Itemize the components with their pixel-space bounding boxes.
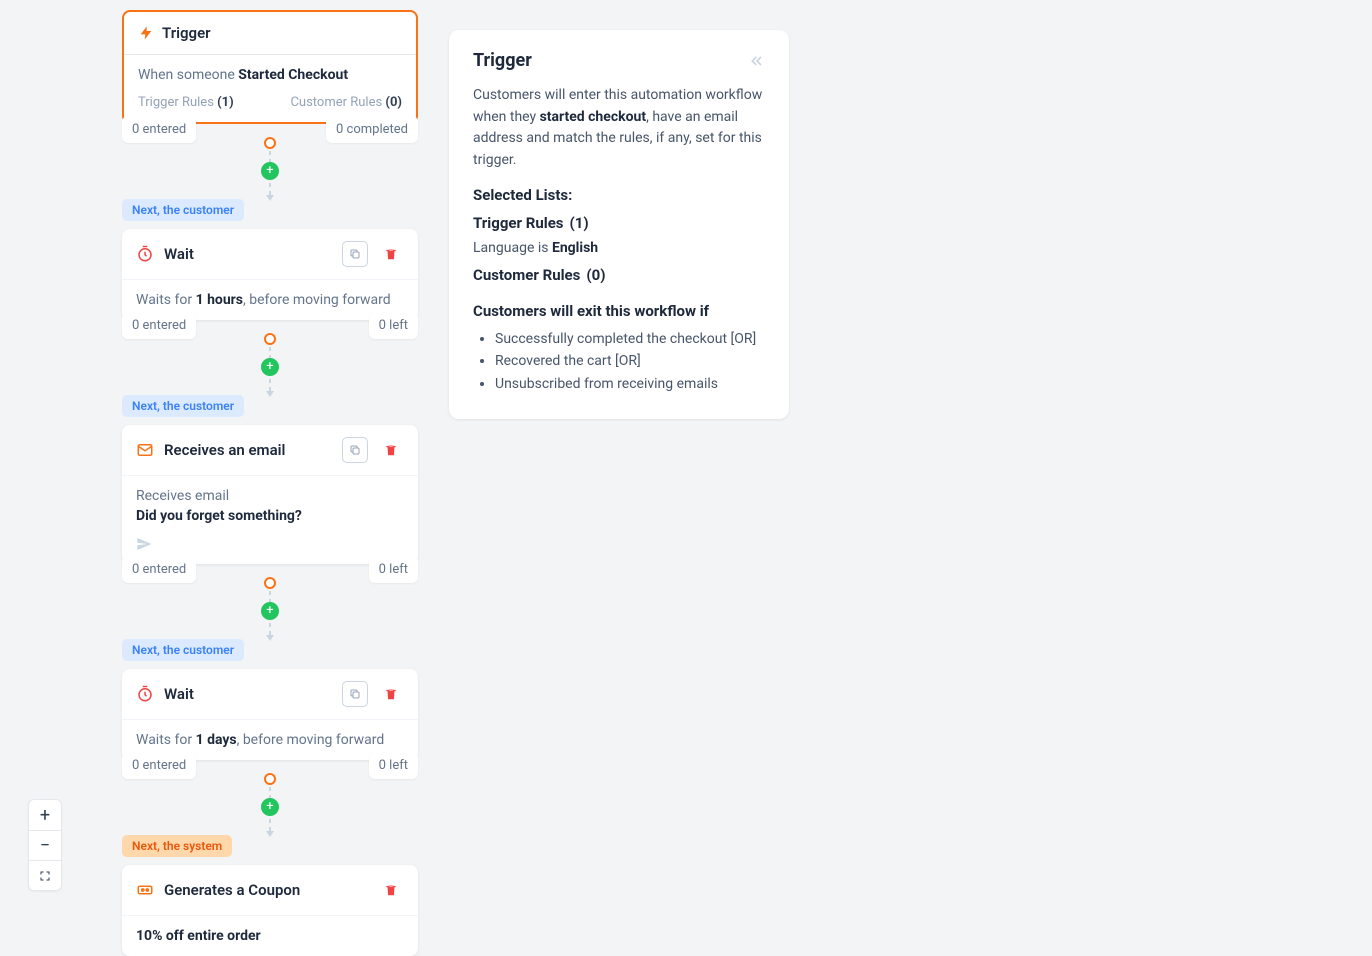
node-dot	[264, 333, 276, 345]
entered-stat: 0 entered	[122, 556, 196, 583]
step-title: Generates a Coupon	[164, 881, 300, 899]
send-icon[interactable]	[136, 536, 404, 552]
trigger-detail-panel: Trigger Customers will enter this automa…	[449, 30, 789, 419]
arrow-down-icon	[266, 195, 274, 201]
arrow-down-icon	[266, 635, 274, 641]
delete-button[interactable]	[378, 877, 404, 903]
node-dot	[264, 577, 276, 589]
customer-rules-heading: Customer Rules(0)	[473, 266, 765, 284]
completed-stat: 0 completed	[326, 116, 418, 143]
trigger-rule-line: Language is English	[473, 240, 765, 256]
arrow-down-icon	[266, 391, 274, 397]
wait-step-card[interactable]: Wait Waits for 1 days, before moving for…	[122, 669, 418, 760]
panel-title: Trigger	[473, 50, 765, 71]
section-label-customer: Next, the customer	[122, 395, 244, 417]
delete-button[interactable]	[378, 437, 404, 463]
zoom-in-button[interactable]: +	[29, 800, 61, 830]
step-title: Receives an email	[164, 441, 285, 459]
selected-lists-heading: Selected Lists:	[473, 186, 765, 204]
zoom-out-button[interactable]: −	[29, 830, 61, 860]
node-dot	[264, 773, 276, 785]
add-step-button[interactable]: +	[261, 358, 279, 376]
section-label-customer: Next, the customer	[122, 639, 244, 661]
trigger-header: Trigger	[124, 12, 416, 55]
panel-intro: Customers will enter this automation wor…	[473, 85, 765, 172]
email-body-label: Receives email	[122, 476, 418, 508]
timer-icon	[136, 245, 154, 263]
wait-step-card[interactable]: Wait Waits for 1 hours, before moving fo…	[122, 229, 418, 320]
section-label-system: Next, the system	[122, 835, 232, 857]
lightning-icon	[138, 25, 154, 41]
copy-button[interactable]	[342, 437, 368, 463]
left-stat: 0 left	[369, 312, 418, 339]
left-stat: 0 left	[369, 752, 418, 779]
zoom-controls: + −	[28, 799, 62, 891]
entered-stat: 0 entered	[122, 752, 196, 779]
entered-stat: 0 entered	[122, 312, 196, 339]
add-step-button[interactable]: +	[261, 798, 279, 816]
list-item: Unsubscribed from receiving emails	[495, 373, 765, 395]
node-dot	[264, 137, 276, 149]
add-step-button[interactable]: +	[261, 162, 279, 180]
coupon-description: 10% off entire order	[122, 916, 418, 956]
arrow-down-icon	[266, 831, 274, 837]
list-item: Successfully completed the checkout [OR]	[495, 328, 765, 350]
delete-button[interactable]	[378, 681, 404, 707]
exit-conditions-list: Successfully completed the checkout [OR]…	[473, 328, 765, 395]
step-title: Wait	[164, 685, 194, 703]
exit-heading: Customers will exit this workflow if	[473, 302, 765, 320]
add-step-button[interactable]: +	[261, 602, 279, 620]
section-label-customer: Next, the customer	[122, 199, 244, 221]
copy-button[interactable]	[342, 681, 368, 707]
trigger-description: When someone Started Checkout	[124, 55, 416, 89]
trigger-card[interactable]: Trigger When someone Started Checkout Tr…	[122, 10, 418, 124]
coupon-icon	[136, 881, 154, 899]
mail-icon	[136, 441, 154, 459]
fullscreen-button[interactable]	[29, 860, 61, 890]
step-title: Wait	[164, 245, 194, 263]
list-item: Recovered the cart [OR]	[495, 350, 765, 372]
trigger-rules-heading: Trigger Rules(1)	[473, 214, 765, 232]
left-stat: 0 left	[369, 556, 418, 583]
copy-button[interactable]	[342, 241, 368, 267]
collapse-icon[interactable]	[749, 53, 765, 69]
email-subject: Did you forget something?	[122, 508, 418, 528]
delete-button[interactable]	[378, 241, 404, 267]
trigger-title: Trigger	[162, 24, 211, 42]
email-step-card[interactable]: Receives an email Receives email Did you…	[122, 425, 418, 564]
entered-stat: 0 entered	[122, 116, 196, 143]
timer-icon	[136, 685, 154, 703]
